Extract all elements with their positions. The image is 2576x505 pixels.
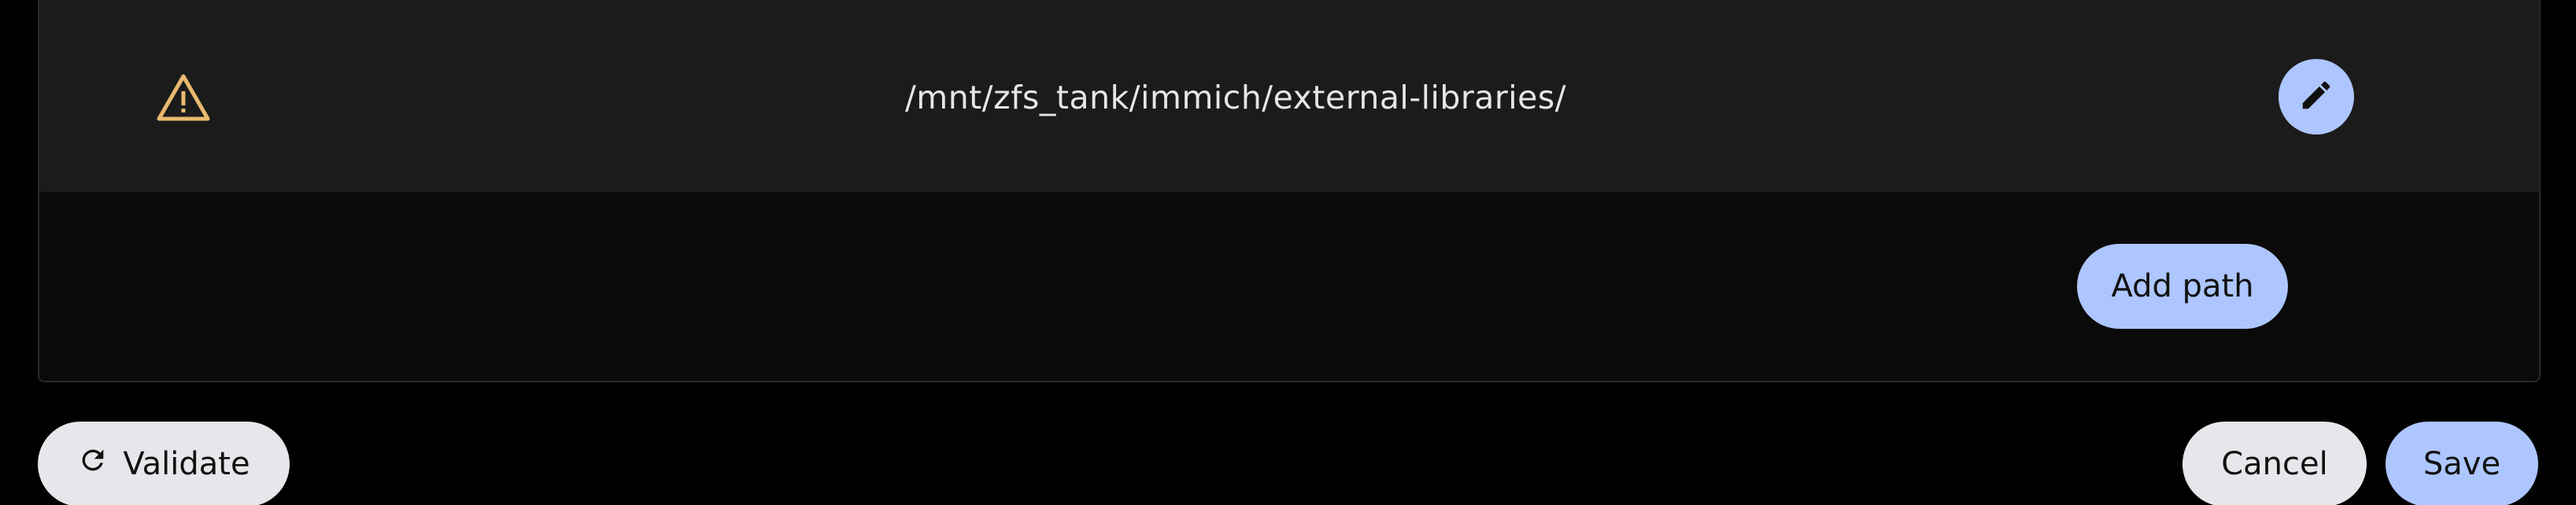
import-paths-panel: /mnt/zfs_tank/immich/external-libraries/… — [38, 0, 2541, 382]
save-button[interactable]: Save — [2386, 422, 2538, 505]
import-paths-dialog: /mnt/zfs_tank/immich/external-libraries/… — [0, 0, 2576, 505]
pencil-icon — [2298, 77, 2334, 116]
validate-button[interactable]: Validate — [38, 422, 290, 505]
refresh-icon — [77, 444, 109, 484]
validate-label: Validate — [123, 446, 250, 482]
import-path-text: /mnt/zfs_tank/immich/external-libraries/ — [904, 79, 1567, 116]
edit-path-button[interactable] — [2278, 59, 2354, 135]
cancel-button[interactable]: Cancel — [2182, 422, 2367, 505]
add-path-button[interactable]: Add path — [2077, 244, 2288, 329]
import-path-row: /mnt/zfs_tank/immich/external-libraries/ — [39, 0, 2539, 192]
